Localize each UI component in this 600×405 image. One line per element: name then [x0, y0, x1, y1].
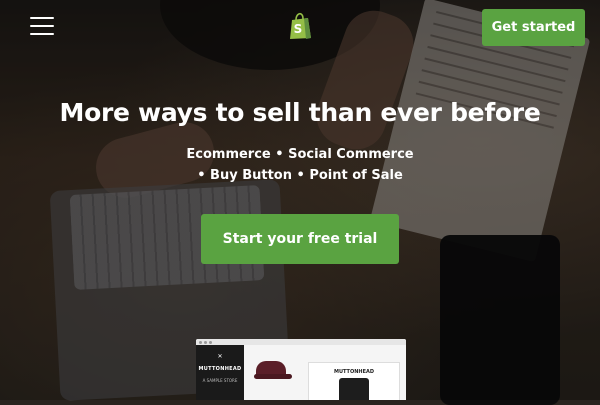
preview-shirt-image: [339, 378, 369, 400]
store-preview-screenshot: ✕ MUTTONHEAD A SAMPLE STORE MUTTONHEAD: [196, 339, 406, 400]
hamburger-menu-icon[interactable]: [30, 17, 54, 35]
start-free-trial-button[interactable]: Start your free trial: [201, 214, 399, 264]
svg-text:S: S: [294, 22, 303, 36]
preview-card-brand: MUTTONHEAD: [333, 369, 375, 375]
preview-logo-icon: ✕: [217, 353, 223, 360]
shopify-bag-icon[interactable]: S: [287, 12, 313, 40]
preview-product-card: MUTTONHEAD: [308, 362, 400, 400]
preview-tagline: A SAMPLE STORE: [202, 378, 238, 383]
preview-sidebar: ✕ MUTTONHEAD A SAMPLE STORE: [196, 345, 244, 400]
preview-brand: MUTTONHEAD: [198, 366, 242, 372]
hero-subline: Ecommerce • Social Commerce: [186, 147, 414, 162]
get-started-button[interactable]: Get started: [482, 9, 585, 46]
hero-subline: • Buy Button • Point of Sale: [197, 168, 403, 183]
preview-hat-brim: [254, 374, 292, 379]
hero-headline: More ways to sell than ever before: [59, 98, 541, 127]
